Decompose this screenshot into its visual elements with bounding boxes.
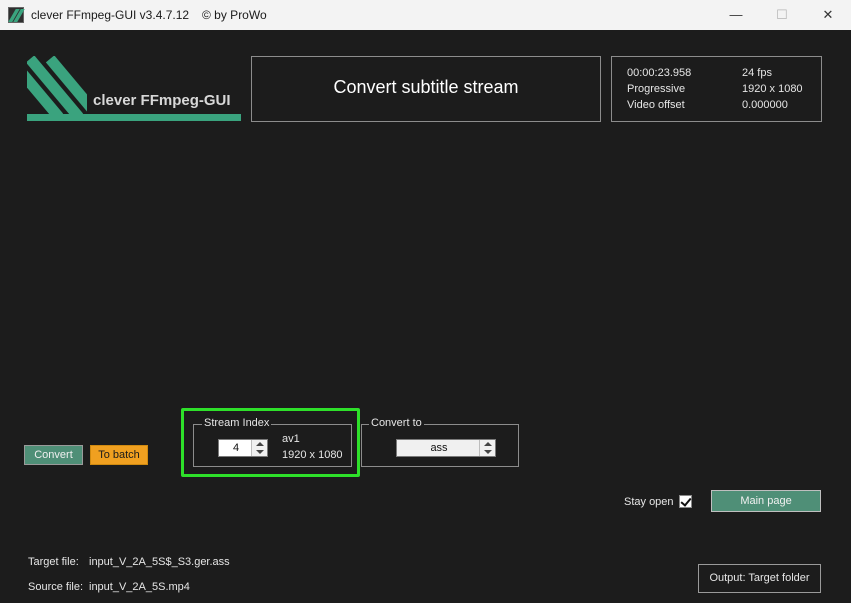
spin-up-icon[interactable]: [484, 442, 492, 446]
convert-format-arrows[interactable]: [479, 440, 495, 456]
info-row-offset: Video offset 0.000000: [627, 99, 788, 111]
resolution-value: 1920 x 1080: [742, 83, 803, 95]
logo-text: clever FFmpeg-GUI: [93, 92, 231, 109]
stay-open-checkbox[interactable]: [679, 495, 692, 508]
spin-up-icon[interactable]: [256, 442, 264, 446]
stream-resolution: 1920 x 1080: [282, 449, 343, 461]
video-offset-label: Video offset: [627, 99, 685, 111]
stay-open-label: Stay open: [624, 496, 674, 508]
convert-format-stepper[interactable]: ass: [396, 439, 496, 457]
source-file-label: Source file:: [28, 581, 84, 593]
spin-down-icon[interactable]: [256, 450, 264, 454]
main-page-button[interactable]: Main page: [711, 490, 821, 512]
stream-index-legend: Stream Index: [202, 417, 272, 429]
spin-down-icon[interactable]: [484, 450, 492, 454]
logo-mark-icon: [27, 56, 87, 118]
header-title-box: Convert subtitle stream: [251, 56, 601, 122]
stream-index-stepper[interactable]: 4: [218, 439, 268, 457]
convert-to-legend: Convert to: [369, 417, 424, 429]
fps-value: 24 fps: [742, 67, 772, 79]
window-copyright: © by ProWo: [202, 8, 267, 22]
output-target-folder-button[interactable]: Output: Target folder: [698, 564, 821, 593]
stream-codec: av1: [282, 433, 300, 445]
duration-value: 00:00:23.958: [627, 67, 692, 79]
target-file-value: input_V_2A_5S$_S3.ger.ass: [89, 556, 230, 568]
convert-button[interactable]: Convert: [24, 445, 83, 465]
info-row-time: 00:00:23.958 24 fps: [627, 67, 772, 79]
info-row-scan: Progressive 1920 x 1080: [627, 83, 803, 95]
stream-index-value[interactable]: 4: [219, 440, 253, 456]
maximize-button[interactable]: ☐: [759, 0, 805, 30]
target-file-row: Target file: input_V_2A_5S$_S3.ger.ass: [28, 556, 230, 568]
source-file-value: input_V_2A_5S.mp4: [89, 581, 190, 593]
logo-underline: [27, 114, 241, 121]
target-file-label: Target file:: [28, 556, 79, 568]
to-batch-button[interactable]: To batch: [90, 445, 148, 465]
title-bar: clever FFmpeg-GUI v3.4.7.12 © by ProWo —…: [0, 0, 851, 30]
window-title: clever FFmpeg-GUI v3.4.7.12: [31, 8, 190, 22]
stream-index-group: Stream Index 4 av1 1920 x 1080: [193, 417, 352, 467]
convert-format-value[interactable]: ass: [397, 440, 481, 456]
stream-index-arrows[interactable]: [251, 440, 267, 456]
page-title: Convert subtitle stream: [333, 77, 519, 97]
scan-type-value: Progressive: [627, 83, 686, 95]
source-file-row: Source file: input_V_2A_5S.mp4: [28, 581, 190, 593]
app-logo: clever FFmpeg-GUI: [27, 56, 242, 122]
video-offset-value: 0.000000: [742, 99, 788, 111]
app-icon: [8, 7, 24, 23]
media-info-box: 00:00:23.958 24 fps Progressive 1920 x 1…: [611, 56, 822, 122]
minimize-button[interactable]: —: [713, 0, 759, 30]
convert-to-group: Convert to ass: [361, 417, 519, 467]
close-button[interactable]: ✕: [805, 0, 851, 30]
